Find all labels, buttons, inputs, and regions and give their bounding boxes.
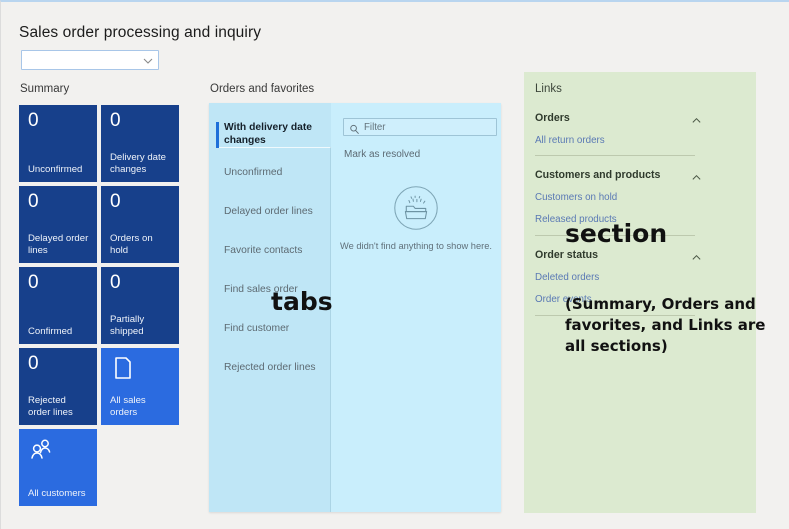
chevron-down-icon bbox=[143, 56, 153, 65]
page-root: Sales order processing and inquiry Summa… bbox=[0, 0, 789, 529]
chevron-up-icon[interactable] bbox=[691, 250, 702, 261]
links-group-title[interactable]: Orders bbox=[535, 112, 570, 124]
tile-count: 0 bbox=[28, 191, 39, 212]
filter-input[interactable]: Filter bbox=[364, 122, 386, 133]
page-title: Sales order processing and inquiry bbox=[19, 24, 262, 41]
search-icon bbox=[349, 122, 360, 134]
page-filter-dropdown[interactable] bbox=[21, 50, 159, 70]
links-group-rule bbox=[535, 155, 695, 156]
tab-divider bbox=[219, 147, 331, 148]
tile-count: 0 bbox=[110, 272, 121, 293]
tile-count: 0 bbox=[28, 110, 39, 131]
summary-tile-all-customers[interactable]: All customers bbox=[19, 429, 97, 506]
summary-tile-unconfirmed[interactable]: 0 Unconfirmed bbox=[19, 105, 97, 182]
link-all-return-orders[interactable]: All return orders bbox=[535, 135, 605, 146]
tab-unconfirmed[interactable]: Unconfirmed bbox=[209, 164, 331, 183]
summary-tile-orders-on-hold[interactable]: 0 Orders on hold bbox=[101, 186, 179, 263]
links-group-title[interactable]: Order status bbox=[535, 249, 598, 261]
tile-label: Confirmed bbox=[28, 325, 73, 337]
filter-input-wrapper[interactable]: Filter bbox=[343, 118, 497, 136]
tile-label: Orders on hold bbox=[110, 233, 153, 256]
document-icon bbox=[111, 356, 135, 380]
tile-count: 0 bbox=[28, 353, 39, 374]
tile-label: Unconfirmed bbox=[28, 163, 83, 175]
summary-tile-delivery-date-changes[interactable]: 0 Delivery date changes bbox=[101, 105, 179, 182]
tab-label: Favorite contacts bbox=[224, 245, 303, 256]
tab-label: Rejected order lines bbox=[224, 362, 316, 373]
links-section: Links Orders All return orders Customers… bbox=[524, 72, 756, 513]
empty-state-message: We didn't find anything to show here. bbox=[340, 241, 492, 251]
chevron-up-icon[interactable] bbox=[691, 170, 702, 181]
tile-count: 0 bbox=[110, 110, 121, 131]
empty-state: We didn't find anything to show here. bbox=[331, 185, 501, 251]
tile-label: Delayed order lines bbox=[28, 233, 89, 256]
tile-label: Partially shipped bbox=[110, 314, 145, 337]
tile-label: All sales orders bbox=[110, 395, 146, 418]
tile-label: Rejected order lines bbox=[28, 395, 73, 418]
tab-favorite-contacts[interactable]: Favorite contacts bbox=[209, 242, 331, 261]
tab-label: Find customer bbox=[224, 323, 290, 334]
tab-label: Unconfirmed bbox=[224, 167, 283, 178]
tab-label: Delayed order lines bbox=[224, 206, 313, 217]
links-section-caption: Links bbox=[535, 83, 562, 95]
annotation-section: section bbox=[565, 219, 668, 248]
orders-content-pane: Filter Mark as resolved We didn't find a… bbox=[331, 103, 501, 512]
tab-delayed-order-lines[interactable]: Delayed order lines bbox=[209, 203, 331, 222]
tile-count: 0 bbox=[110, 191, 121, 212]
summary-tile-all-sales-orders[interactable]: All sales orders bbox=[101, 348, 179, 425]
link-deleted-orders[interactable]: Deleted orders bbox=[535, 272, 599, 283]
tab-find-customer[interactable]: Find customer bbox=[209, 320, 331, 339]
tab-label: With delivery date changes bbox=[224, 122, 313, 146]
summary-tile-delayed-order-lines[interactable]: 0 Delayed order lines bbox=[19, 186, 97, 263]
tile-label: All customers bbox=[28, 487, 86, 499]
link-customers-on-hold[interactable]: Customers on hold bbox=[535, 192, 617, 203]
orders-section-caption: Orders and favorites bbox=[210, 83, 315, 95]
summary-tile-partially-shipped[interactable]: 0 Partially shipped bbox=[101, 267, 179, 344]
summary-tile-rejected-order-lines[interactable]: 0 Rejected order lines bbox=[19, 348, 97, 425]
tab-rejected-order-lines[interactable]: Rejected order lines bbox=[209, 359, 331, 378]
tile-count: 0 bbox=[28, 272, 39, 293]
tile-label: Delivery date changes bbox=[110, 152, 166, 175]
summary-section-caption: Summary bbox=[20, 83, 70, 95]
summary-tile-confirmed[interactable]: 0 Confirmed bbox=[19, 267, 97, 344]
annotation-tabs: tabs bbox=[271, 287, 333, 316]
empty-folder-icon bbox=[393, 185, 439, 236]
chevron-up-icon[interactable] bbox=[691, 113, 702, 124]
links-group-title[interactable]: Customers and products bbox=[535, 169, 660, 181]
annotation-sections-note: (Summary, Orders and favorites, and Link… bbox=[565, 295, 766, 355]
people-icon bbox=[29, 437, 53, 461]
orders-and-favorites-section: With delivery date changes Unconfirmed D… bbox=[209, 103, 501, 512]
mark-as-resolved-button[interactable]: Mark as resolved bbox=[344, 149, 420, 160]
tab-with-delivery-date-changes[interactable]: With delivery date changes bbox=[209, 119, 331, 150]
